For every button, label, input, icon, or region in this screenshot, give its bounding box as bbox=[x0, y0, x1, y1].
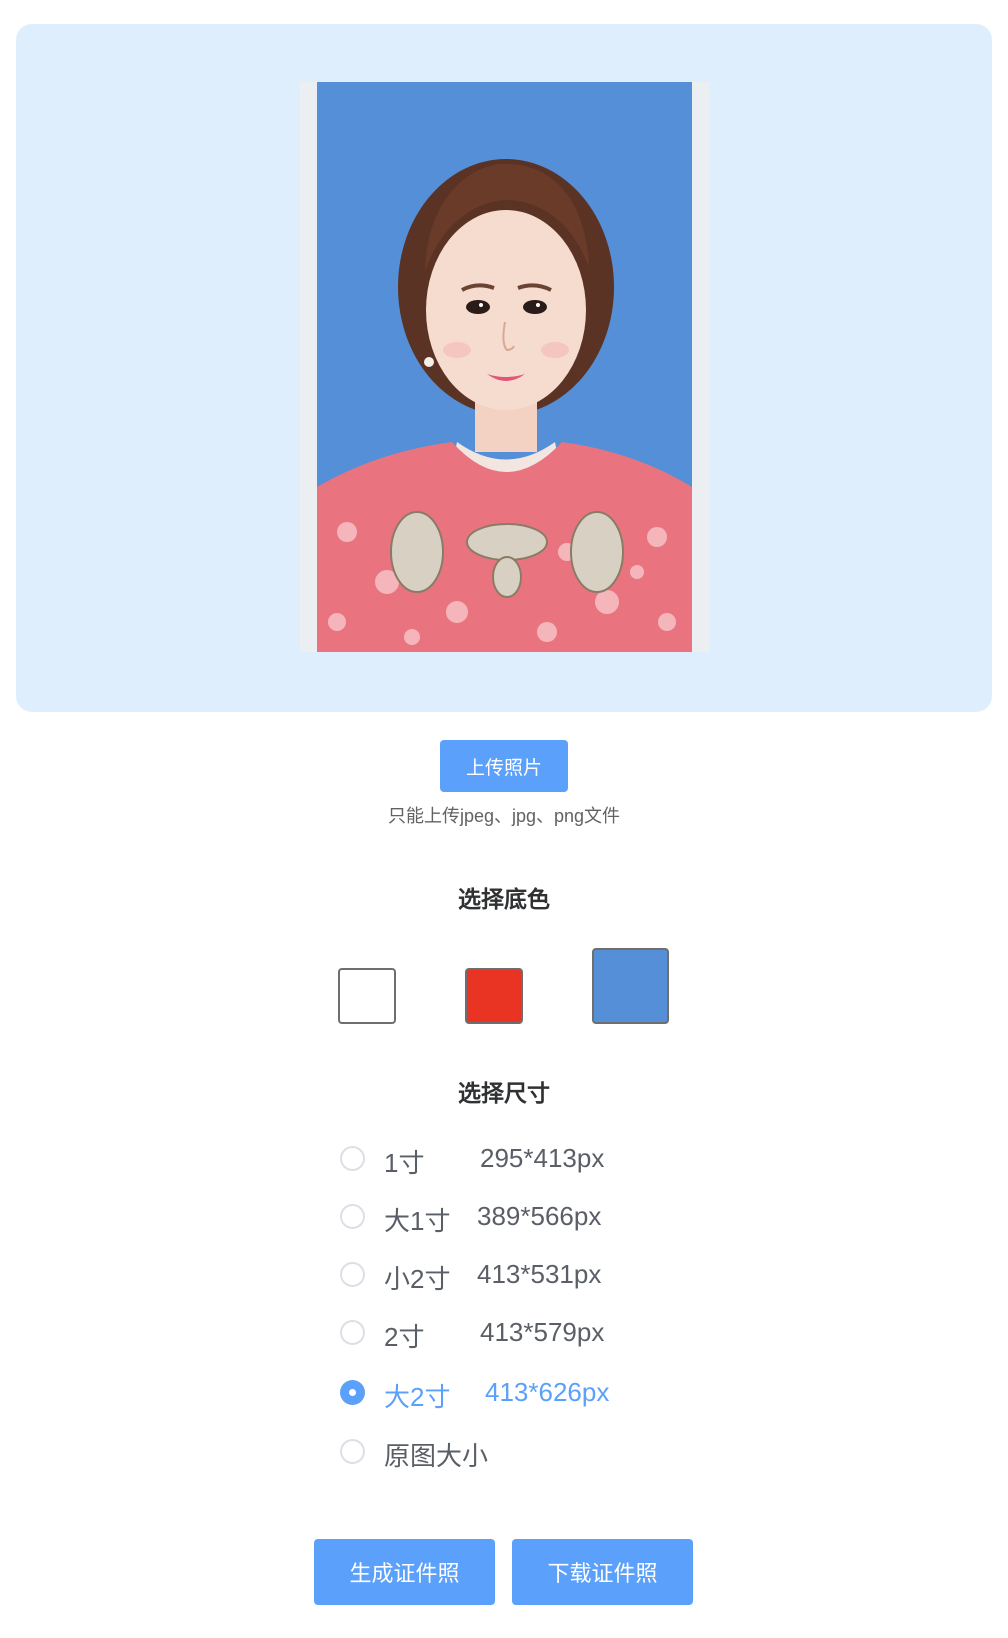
size-option-dimensions: 413*579px bbox=[480, 1317, 605, 1347]
photo-frame bbox=[300, 82, 710, 652]
size-title: 选择尺寸 bbox=[458, 1080, 550, 1106]
size-option-original[interactable]: 原图大小 bbox=[340, 1433, 488, 1471]
radio-button[interactable] bbox=[340, 1261, 365, 1287]
size-option-name: 原图大小 bbox=[384, 1441, 489, 1471]
radio-button[interactable] bbox=[340, 1319, 365, 1345]
upload-hint: 只能上传jpeg、jpg、png文件 bbox=[387, 806, 621, 826]
size-option-name: 大1寸 bbox=[384, 1206, 451, 1236]
download-id-photo-button[interactable]: 下载证件照 bbox=[512, 1539, 693, 1605]
size-option-dimensions: 389*566px bbox=[477, 1201, 602, 1231]
id-photo-portrait bbox=[317, 82, 692, 652]
size-option-dimensions: 413*531px bbox=[477, 1259, 602, 1289]
size-option-large-1cun[interactable]: 大1寸 389*566px bbox=[340, 1198, 601, 1236]
size-option-dimensions: 295*413px bbox=[480, 1143, 605, 1173]
size-option-small-2cun[interactable]: 小2寸 413*531px bbox=[340, 1256, 601, 1294]
background-color-title: 选择底色 bbox=[458, 886, 550, 912]
radio-button[interactable] bbox=[340, 1145, 365, 1171]
radio-button[interactable] bbox=[340, 1438, 365, 1464]
radio-button[interactable] bbox=[340, 1379, 365, 1405]
size-option-name: 小2寸 bbox=[384, 1264, 451, 1294]
size-option-name: 2寸 bbox=[384, 1322, 425, 1352]
size-option-dimensions: 413*626px bbox=[485, 1377, 610, 1407]
size-option-large-2cun[interactable]: 大2寸 413*626px bbox=[340, 1374, 609, 1412]
upload-photo-button[interactable]: 上传照片 bbox=[440, 740, 568, 792]
photo-preview-panel bbox=[16, 24, 992, 712]
size-option-1cun[interactable]: 1寸 295*413px bbox=[340, 1140, 604, 1178]
swatch-red[interactable] bbox=[465, 968, 523, 1024]
generate-id-photo-button[interactable]: 生成证件照 bbox=[314, 1539, 495, 1605]
size-option-name: 1寸 bbox=[384, 1148, 425, 1178]
radio-button[interactable] bbox=[340, 1203, 365, 1229]
size-option-2cun[interactable]: 2寸 413*579px bbox=[340, 1314, 604, 1352]
size-option-name: 大2寸 bbox=[384, 1382, 451, 1412]
swatch-white[interactable] bbox=[338, 968, 396, 1024]
swatch-blue[interactable] bbox=[592, 948, 669, 1024]
